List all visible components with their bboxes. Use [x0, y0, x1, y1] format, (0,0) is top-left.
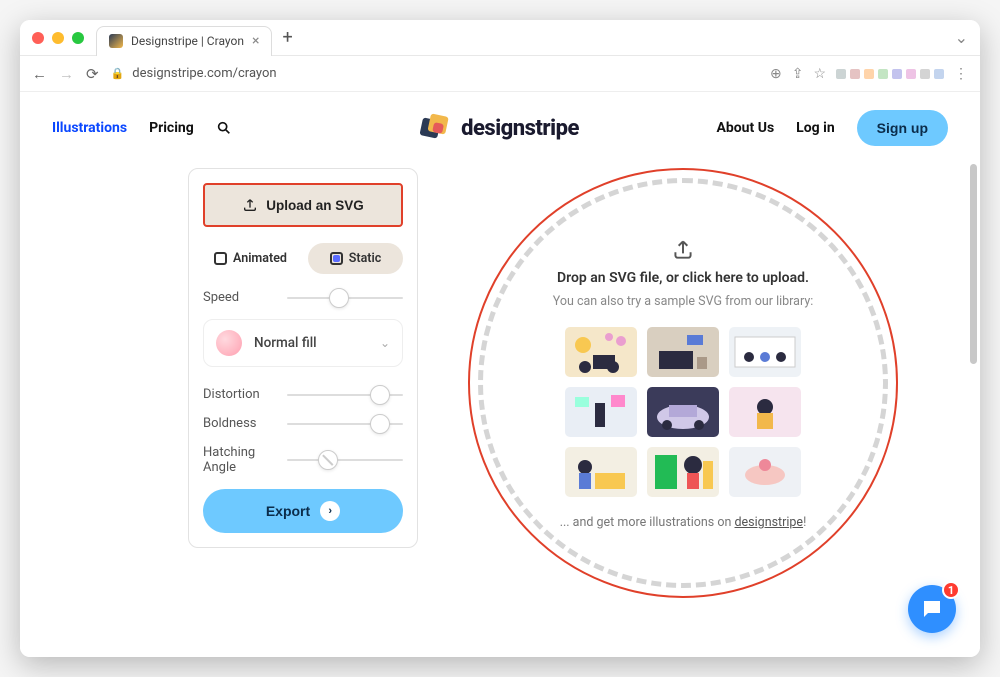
nav-pricing[interactable]: Pricing: [149, 120, 194, 136]
hatching-slider[interactable]: Hatching Angle: [203, 445, 403, 475]
reload-button[interactable]: ⟳: [86, 65, 99, 83]
lock-icon: 🔒: [111, 67, 125, 80]
chat-badge: 1: [942, 581, 960, 599]
logo-icon: [421, 113, 451, 143]
browser-tab[interactable]: Designstripe | Crayon ×: [96, 26, 272, 56]
toggle-animated[interactable]: Animated: [203, 243, 298, 274]
chat-widget-button[interactable]: 1: [908, 585, 956, 633]
speed-label: Speed: [203, 290, 275, 305]
sample-thumb[interactable]: [729, 327, 801, 377]
sample-thumb[interactable]: [565, 447, 637, 497]
fill-dropdown[interactable]: Normal fill ⌄: [203, 319, 403, 367]
chevron-right-icon: ›: [320, 501, 340, 521]
brand-logo[interactable]: designstripe: [421, 113, 579, 143]
fill-swatch-icon: [216, 330, 242, 356]
designstripe-link[interactable]: designstripe: [735, 515, 804, 530]
distortion-label: Distortion: [203, 387, 275, 402]
dropzone[interactable]: Drop an SVG file, or click here to uploa…: [468, 168, 898, 598]
browser-toolbar: ← → ⟳ 🔒 designstripe.com/crayon ⊕ ⇪ ☆ ⋮: [20, 56, 980, 92]
toggle-static[interactable]: Static: [308, 243, 403, 274]
radio-icon: [330, 252, 343, 265]
sample-thumb[interactable]: [729, 447, 801, 497]
window-titlebar: Designstripe | Crayon × + ⌄: [20, 20, 980, 56]
nav-illustrations[interactable]: Illustrations: [52, 120, 127, 136]
nav-about[interactable]: About Us: [716, 120, 774, 136]
speed-slider[interactable]: Speed: [203, 290, 403, 305]
toggle-static-label: Static: [349, 251, 382, 266]
dropzone-footer: ... and get more illustrations on design…: [560, 515, 807, 530]
sample-thumb[interactable]: [647, 447, 719, 497]
upload-icon: [670, 236, 696, 262]
signup-button[interactable]: Sign up: [857, 110, 948, 146]
new-tab-button[interactable]: +: [282, 29, 292, 47]
controls-panel: Upload an SVG Animated Static Sp: [188, 168, 418, 548]
extension-icons: [836, 69, 944, 79]
export-label: Export: [266, 503, 310, 519]
chevron-down-icon: ⌄: [380, 336, 390, 350]
chevron-down-icon[interactable]: ⌄: [955, 28, 968, 47]
vertical-scrollbar[interactable]: [970, 164, 977, 364]
bookmark-icon[interactable]: ☆: [813, 66, 826, 82]
tab-close-icon[interactable]: ×: [252, 33, 259, 49]
site-header: Illustrations Pricing designstripe About…: [48, 92, 952, 168]
dropzone-title: Drop an SVG file, or click here to uploa…: [557, 270, 809, 286]
window-controls: [32, 32, 84, 44]
translate-icon[interactable]: ⊕: [770, 66, 782, 82]
tab-favicon: [109, 34, 123, 48]
upload-icon: [242, 197, 258, 213]
boldness-label: Boldness: [203, 416, 275, 431]
maximize-window-button[interactable]: [72, 32, 84, 44]
sample-grid: [565, 327, 801, 497]
minimize-window-button[interactable]: [52, 32, 64, 44]
sample-thumb[interactable]: [565, 387, 637, 437]
fill-label: Normal fill: [254, 335, 368, 351]
sample-thumb[interactable]: [647, 387, 719, 437]
upload-svg-button[interactable]: Upload an SVG: [203, 183, 403, 227]
boldness-slider[interactable]: Boldness: [203, 416, 403, 431]
upload-label: Upload an SVG: [266, 198, 364, 213]
toggle-animated-label: Animated: [233, 251, 287, 266]
menu-icon[interactable]: ⋮: [954, 66, 968, 82]
chat-icon: [920, 597, 944, 621]
sample-thumb[interactable]: [729, 387, 801, 437]
share-icon[interactable]: ⇪: [792, 66, 804, 82]
tab-title: Designstripe | Crayon: [131, 34, 244, 48]
search-icon[interactable]: [216, 120, 232, 136]
distortion-slider[interactable]: Distortion: [203, 387, 403, 402]
back-button[interactable]: ←: [32, 65, 47, 83]
dropzone-subtitle: You can also try a sample SVG from our l…: [553, 294, 814, 309]
radio-icon: [214, 252, 227, 265]
brand-name: designstripe: [461, 116, 579, 141]
sample-thumb[interactable]: [647, 327, 719, 377]
address-bar[interactable]: 🔒 designstripe.com/crayon: [111, 66, 758, 81]
toolbar-actions: ⊕ ⇪ ☆ ⋮: [770, 66, 968, 82]
nav-login[interactable]: Log in: [796, 120, 835, 136]
sample-thumb[interactable]: [565, 327, 637, 377]
forward-button[interactable]: →: [59, 65, 74, 83]
close-window-button[interactable]: [32, 32, 44, 44]
url-text: designstripe.com/crayon: [132, 66, 276, 81]
hatching-label: Hatching Angle: [203, 445, 275, 475]
export-button[interactable]: Export ›: [203, 489, 403, 533]
